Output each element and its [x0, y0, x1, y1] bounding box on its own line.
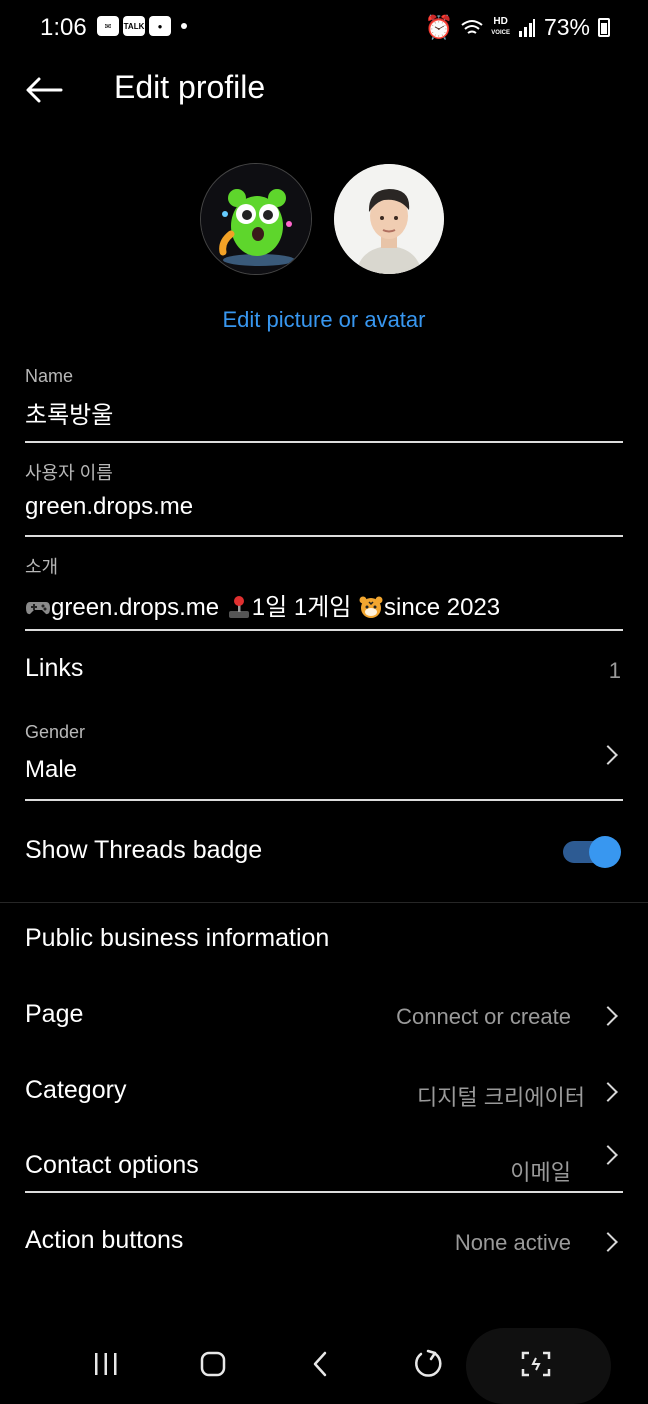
contact-options-row[interactable]: Contact options 이메일 — [25, 1145, 623, 1193]
arrow-left-icon — [26, 77, 63, 103]
category-label: Category — [25, 1076, 127, 1104]
section-divider — [0, 902, 648, 903]
business-section-title: Public business information — [25, 924, 330, 952]
chevron-right-icon — [598, 1082, 618, 1102]
contact-options-label: Contact options — [25, 1151, 199, 1179]
gender-label: Gender — [25, 722, 86, 742]
kakaotalk-icon: TALK — [123, 16, 145, 36]
back-nav-button[interactable] — [301, 1344, 341, 1384]
chevron-right-icon — [598, 1232, 618, 1252]
threads-badge-label: Show Threads badge — [25, 836, 263, 864]
action-buttons-label: Action buttons — [25, 1226, 184, 1254]
system-nav-bar — [0, 1324, 648, 1404]
rotate-button[interactable] — [408, 1344, 448, 1384]
page-title: Edit profile — [114, 69, 266, 105]
more-notifications-icon — [181, 23, 187, 29]
action-buttons-value: None active — [454, 1230, 571, 1255]
profile-pictures — [200, 163, 444, 275]
rotate-icon — [415, 1349, 442, 1377]
signal-icon — [518, 18, 535, 37]
wifi-icon — [461, 19, 483, 34]
chevron-right-icon — [598, 1145, 618, 1165]
alarm-icon: ⏰ — [424, 14, 454, 40]
header: Edit profile — [0, 58, 648, 122]
notification-icons: ✉ TALK ● — [97, 16, 187, 36]
mail-notification-icon: ✉ — [97, 16, 119, 36]
battery-icon — [598, 18, 610, 37]
page-row[interactable]: Page Connect or create — [25, 1000, 623, 1036]
bio-field[interactable]: 소개 green.drops.me 1일 1게임 since 2023 — [25, 553, 623, 631]
tiger-face-icon — [359, 596, 383, 618]
chevron-right-icon — [598, 745, 618, 765]
chevron-left-icon — [313, 1351, 327, 1377]
gender-value: Male — [25, 756, 78, 783]
profile-picture[interactable] — [200, 163, 312, 275]
username-value[interactable]: green.drops.me — [25, 493, 623, 521]
name-field[interactable]: Name 초록방울 — [25, 366, 623, 443]
category-row[interactable]: Category 디지털 크리에이터 — [25, 1076, 623, 1112]
chevron-right-icon — [598, 1006, 618, 1026]
app-notification-icon: ● — [149, 16, 171, 36]
hd-label: HD — [493, 16, 508, 27]
category-value: 디지털 크리에이터 — [416, 1085, 585, 1110]
screen-capture-icon — [521, 1351, 551, 1377]
bio-label: 소개 — [25, 557, 59, 577]
screenshot-button[interactable] — [516, 1344, 556, 1384]
voice-label: VOICE — [491, 30, 510, 36]
username-label: 사용자 이름 — [25, 463, 113, 483]
bio-value[interactable]: green.drops.me 1일 1게임 since 2023 — [25, 587, 623, 622]
name-label: Name — [25, 366, 74, 386]
3d-avatar-image — [334, 164, 444, 274]
joystick-icon — [228, 596, 249, 618]
action-buttons-row[interactable]: Action buttons None active — [25, 1226, 623, 1262]
recent-apps-button[interactable] — [86, 1344, 126, 1384]
page-label: Page — [25, 1000, 84, 1028]
name-value[interactable]: 초록방울 — [25, 395, 623, 430]
system-status: ⏰ HD VOICE 73% — [425, 14, 610, 41]
bio-text-1: green.drops.me — [51, 594, 220, 621]
status-time: 1:06 — [40, 14, 87, 41]
battery-percent: 73% — [543, 14, 590, 40]
links-label: Links — [25, 654, 84, 682]
home-icon — [200, 1351, 226, 1377]
avatar-picture[interactable] — [334, 164, 444, 274]
bio-text-3: since 2023 — [384, 594, 501, 621]
username-field[interactable]: 사용자 이름 green.drops.me — [25, 459, 623, 537]
contact-options-value: 이메일 — [510, 1160, 571, 1185]
game-controller-icon — [26, 602, 50, 615]
threads-badge-toggle[interactable] — [563, 836, 621, 868]
green-monster-avatar-image — [201, 164, 311, 274]
page-value: Connect or create — [396, 1004, 571, 1029]
recent-apps-icon — [95, 1353, 117, 1375]
edit-picture-link[interactable]: Edit picture or avatar — [0, 307, 648, 333]
hd-voice-icon: HD VOICE — [491, 17, 510, 38]
gender-row[interactable]: Gender Male — [25, 722, 623, 801]
links-count: 1 — [608, 658, 621, 683]
status-bar: 1:06 ✉ TALK ● ⏰ HD VOICE 73% — [0, 0, 648, 58]
links-row[interactable]: Links 1 — [25, 654, 623, 690]
home-button[interactable] — [193, 1344, 233, 1384]
bio-text-2: 1일 1게임 — [251, 594, 352, 621]
back-button[interactable] — [20, 70, 68, 110]
threads-badge-row: Show Threads badge — [25, 832, 623, 872]
toggle-thumb — [589, 836, 621, 868]
